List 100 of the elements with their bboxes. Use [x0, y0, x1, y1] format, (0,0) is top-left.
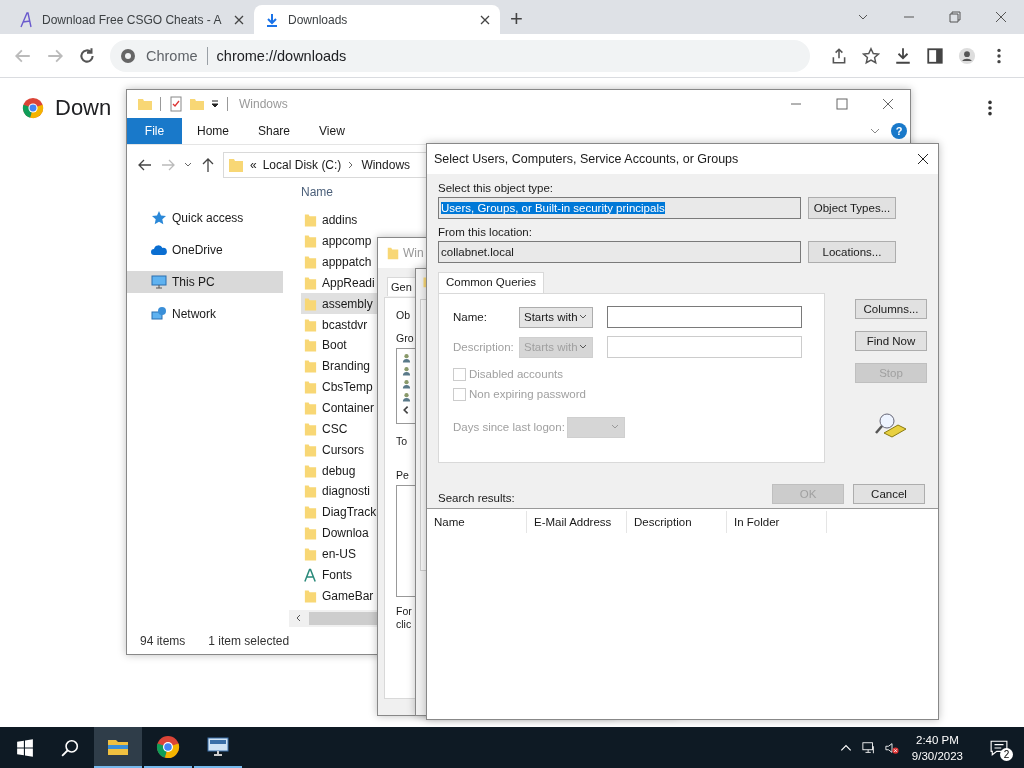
folder-icon: [303, 545, 318, 562]
dialog-button[interactable]: Find Now: [855, 331, 927, 351]
address-bar[interactable]: Chrome chrome://downloads: [110, 39, 810, 72]
file-row[interactable]: apppatch: [301, 251, 378, 273]
file-row[interactable]: debug: [301, 460, 378, 481]
column-header[interactable]: In Folder: [727, 511, 827, 533]
column-header[interactable]: Name: [427, 511, 527, 533]
reload-icon[interactable]: [78, 46, 96, 65]
file-row[interactable]: diagnosti: [301, 480, 378, 502]
object-type-field[interactable]: Users, Groups, or Built-in security principals: [438, 197, 801, 219]
side-panel-icon[interactable]: [926, 46, 944, 65]
restore-icon[interactable]: [949, 11, 961, 23]
search-icon[interactable]: [61, 738, 79, 757]
user-icon: [402, 392, 411, 402]
ribbon-tab[interactable]: Home: [182, 118, 243, 144]
close-icon[interactable]: [480, 14, 490, 25]
cloud-icon: [151, 242, 167, 258]
file-row[interactable]: assembly: [301, 293, 378, 315]
status-text: 94 items: [140, 633, 186, 648]
object-types-button[interactable]: Object Types...: [808, 197, 896, 219]
folder-icon: [386, 246, 400, 260]
clock[interactable]: 2:40 PM 9/30/2023: [911, 731, 963, 764]
file-row[interactable]: AppReadi: [301, 272, 378, 294]
dialog-button[interactable]: Columns...: [855, 299, 927, 319]
page-heading: Down: [55, 95, 112, 121]
chat-icon: [990, 738, 1008, 757]
status-text: 1 item selected: [208, 633, 290, 648]
note-text: For clic: [396, 605, 412, 631]
cancel-button[interactable]: Cancel: [853, 484, 925, 504]
file-row[interactable]: Downloa: [301, 522, 378, 544]
file-row[interactable]: GameBar: [301, 585, 378, 607]
locations-button[interactable]: Locations...: [808, 241, 896, 263]
properties-icon[interactable]: [168, 96, 184, 112]
nav-item[interactable]: Network: [127, 303, 283, 325]
input-field[interactable]: [607, 336, 802, 358]
file-row[interactable]: Branding: [301, 355, 378, 377]
share-icon[interactable]: [830, 46, 848, 65]
folder-icon: [303, 379, 318, 396]
browser-tab[interactable]: Download Free CSGO Cheats - A: [8, 5, 254, 34]
star-icon: [151, 210, 167, 226]
nav-item[interactable]: OneDrive: [127, 239, 283, 261]
nav-item[interactable]: This PC: [127, 271, 283, 293]
field-label: To: [396, 435, 408, 447]
up-icon[interactable]: [200, 157, 216, 173]
file-row[interactable]: appcomp: [301, 230, 378, 252]
taskbar-button[interactable]: [94, 727, 142, 768]
scroll-left-icon[interactable]: [295, 614, 303, 623]
computer-icon: [151, 274, 167, 290]
column-header[interactable]: Description: [627, 511, 727, 533]
dialog-tab[interactable]: Gen: [387, 277, 416, 296]
file-row[interactable]: CSC: [301, 418, 378, 440]
folder-icon: [303, 295, 318, 312]
maximize-icon[interactable]: [836, 98, 848, 110]
notifications-button[interactable]: 2: [984, 732, 1014, 763]
file-row[interactable]: en-US: [301, 543, 378, 565]
query-tab[interactable]: Common Queries: [438, 272, 545, 293]
ribbon-tab[interactable]: Share: [243, 118, 305, 144]
file-row[interactable]: CbsTemp: [301, 376, 378, 398]
help-button[interactable]: ?: [891, 123, 907, 139]
scrollbar[interactable]: [289, 610, 379, 627]
file-menu-button[interactable]: File: [127, 118, 182, 144]
field-label: Description:: [453, 341, 515, 353]
nav-item[interactable]: Quick access: [127, 207, 283, 229]
download-icon: [264, 11, 280, 28]
file-row[interactable]: Boot: [301, 335, 378, 356]
user-icon: [402, 379, 411, 389]
column-header[interactable]: E-Mail Address: [527, 511, 627, 533]
folder-icon: [228, 156, 244, 174]
location-field[interactable]: collabnet.local: [438, 241, 801, 263]
profile-icon[interactable]: [958, 46, 976, 65]
file-row[interactable]: addins: [301, 210, 378, 231]
folder-icon: [303, 254, 318, 271]
folder-icon: [303, 441, 318, 458]
scroll-left-icon[interactable]: [402, 405, 411, 415]
download-icon[interactable]: [894, 46, 912, 65]
window-title: Windows: [239, 97, 288, 111]
file-row[interactable]: bcastdvr: [301, 314, 378, 336]
input-field[interactable]: [607, 306, 802, 328]
star-icon[interactable]: [862, 46, 880, 65]
muted-volume-icon[interactable]: [884, 740, 899, 755]
folder-icon: [303, 212, 318, 229]
back-icon[interactable]: [137, 157, 153, 173]
file-row[interactable]: DiagTrack: [301, 501, 378, 523]
field-label: Pe: [396, 469, 409, 481]
operator-dropdown[interactable]: Starts with: [519, 306, 593, 328]
folder-icon: [303, 587, 318, 604]
network-icon[interactable]: [861, 740, 876, 755]
file-row[interactable]: Container: [301, 397, 378, 419]
close-icon[interactable]: [917, 153, 929, 165]
file-row[interactable]: Fonts: [301, 564, 378, 586]
start-icon[interactable]: [16, 738, 34, 757]
new-tab-button[interactable]: +: [510, 7, 523, 31]
folder-icon: [303, 358, 318, 375]
field-label: Name:: [453, 311, 488, 323]
ribbon-tab[interactable]: View: [304, 118, 359, 144]
caret-icon[interactable]: [210, 99, 220, 109]
browser-tab[interactable]: Downloads: [254, 5, 500, 34]
file-row[interactable]: Cursors: [301, 439, 378, 461]
close-icon[interactable]: [234, 14, 244, 25]
field-label: Ob: [396, 309, 410, 321]
